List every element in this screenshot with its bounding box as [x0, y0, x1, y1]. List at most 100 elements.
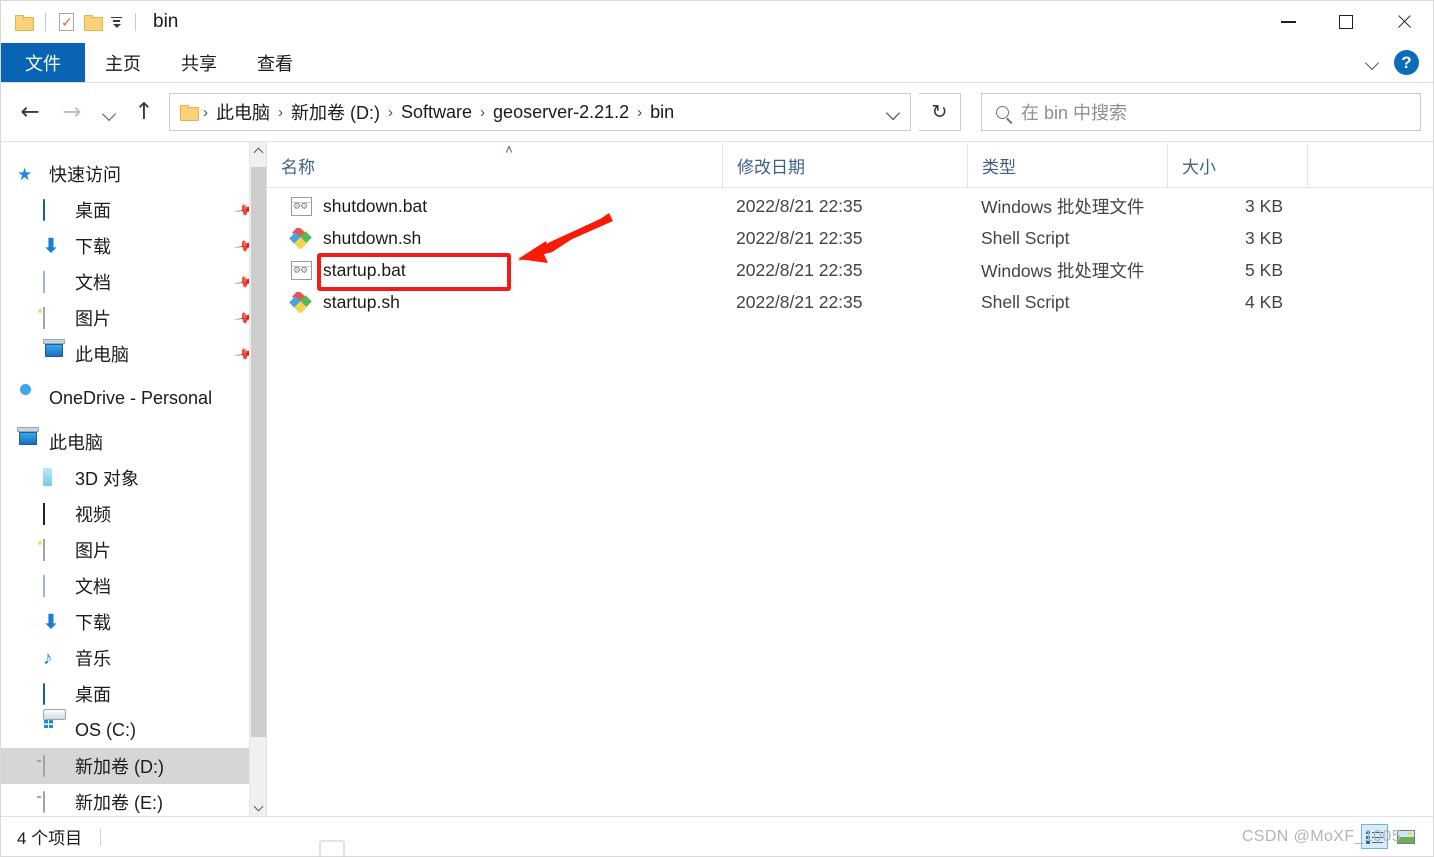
desktop-icon — [43, 683, 65, 705]
scroll-down-button[interactable] — [250, 799, 266, 816]
column-header-size[interactable]: 大小 — [1167, 143, 1307, 187]
column-header-type[interactable]: 类型 — [967, 143, 1167, 187]
navigation-scrollbar[interactable] — [249, 142, 266, 816]
file-type: Windows 批处理文件 — [981, 260, 1145, 281]
desktop-icon — [43, 199, 65, 221]
sidebar-item-this-pc[interactable]: 此电脑 — [1, 424, 266, 460]
file-type: Shell Script — [981, 227, 1070, 248]
maximize-button[interactable] — [1317, 1, 1375, 43]
new-folder-icon[interactable] — [84, 15, 103, 31]
close-button[interactable] — [1375, 1, 1433, 43]
column-header-date[interactable]: 修改日期 — [722, 143, 967, 187]
sidebar-item-label: 图片 — [75, 541, 111, 561]
sidebar-item-documents-qa[interactable]: 文档 📌 — [1, 264, 266, 300]
breadcrumb-item-geoserver[interactable]: geoserver-2.21.2 — [487, 100, 635, 125]
details-view-button[interactable] — [1361, 824, 1388, 849]
customize-toolbar-dropdown-icon[interactable] — [111, 16, 122, 28]
search-input[interactable]: 在 bin 中搜索 — [981, 93, 1421, 131]
file-name: shutdown.sh — [323, 227, 422, 248]
column-header-label: 修改日期 — [737, 157, 805, 177]
this-pc-icon — [17, 432, 39, 452]
column-headers: 名称 修改日期 类型 大小 ˄ — [267, 142, 1433, 188]
table-row[interactable]: startup.sh 2022/8/21 22:35 Shell Script … — [267, 286, 1433, 318]
sidebar-item-downloads[interactable]: ⬇ 下载 — [1, 604, 266, 640]
table-row[interactable]: startup.bat 2022/8/21 22:35 Windows 批处理文… — [267, 254, 1433, 286]
sidebar-item-label: 桌面 — [75, 685, 111, 705]
tab-file[interactable]: 文件 — [1, 43, 85, 82]
file-size: 4 KB — [1245, 291, 1283, 312]
tab-view[interactable]: 查看 — [237, 43, 313, 82]
sidebar-item-label: 图片 — [75, 309, 111, 329]
3d-objects-icon — [43, 468, 65, 488]
forward-button[interactable]: → — [55, 95, 89, 129]
breadcrumb: › 此电脑 › 新加卷 (D:) › Software › geoserver-… — [201, 97, 882, 127]
breadcrumb-item-software[interactable]: Software — [395, 100, 478, 125]
view-mode-buttons — [1361, 824, 1433, 849]
sidebar-item-label: 新加卷 (D:) — [75, 757, 164, 777]
properties-icon[interactable] — [59, 13, 74, 31]
sidebar-item-music[interactable]: ♪ 音乐 — [1, 640, 266, 676]
refresh-button[interactable]: ↻ — [919, 93, 961, 131]
help-icon[interactable]: ? — [1394, 50, 1419, 75]
sidebar-item-label: 新加卷 (E:) — [75, 793, 163, 813]
table-row[interactable]: shutdown.bat 2022/8/21 22:35 Windows 批处理… — [267, 190, 1433, 222]
breadcrumb-item-drive-d[interactable]: 新加卷 (D:) — [285, 97, 386, 127]
sidebar-item-documents[interactable]: 文档 — [1, 568, 266, 604]
breadcrumb-separator-1: › — [278, 103, 283, 121]
column-header-label: 名称 — [281, 157, 315, 177]
sort-ascending-caret-icon: ˄ — [505, 142, 513, 157]
taskbar-peek-icon — [319, 840, 345, 857]
sidebar-item-desktop-qa[interactable]: 桌面 📌 — [1, 192, 266, 228]
file-size: 3 KB — [1245, 195, 1283, 216]
breadcrumb-bar[interactable]: › 此电脑 › 新加卷 (D:) › Software › geoserver-… — [169, 93, 911, 131]
recent-locations-chevron-down-icon[interactable] — [97, 95, 119, 129]
scrollbar-thumb[interactable] — [251, 167, 266, 737]
breadcrumb-item-bin[interactable]: bin — [644, 100, 680, 125]
sidebar-item-this-pc-qa[interactable]: 此电脑 📌 — [1, 336, 266, 372]
file-name: shutdown.bat — [323, 195, 428, 216]
back-button[interactable]: ← — [13, 95, 47, 129]
tab-home[interactable]: 主页 — [85, 43, 161, 82]
sidebar-item-pictures[interactable]: 图片 — [1, 532, 266, 568]
sidebar-item-3d-objects[interactable]: 3D 对象 — [1, 460, 266, 496]
table-row[interactable]: shutdown.sh 2022/8/21 22:35 Shell Script… — [267, 222, 1433, 254]
sh-file-icon — [289, 291, 312, 313]
file-name-cell: startup.bat — [267, 260, 722, 281]
breadcrumb-dropdown-chevron-down-icon[interactable] — [882, 106, 904, 118]
column-header-name[interactable]: 名称 — [267, 143, 722, 187]
breadcrumb-item-this-pc[interactable]: 此电脑 — [210, 97, 276, 127]
sidebar-item-drive-e[interactable]: 新加卷 (E:) — [1, 784, 266, 816]
sidebar-item-videos[interactable]: 视频 — [1, 496, 266, 532]
file-date: 2022/8/21 22:35 — [736, 227, 863, 248]
sidebar-item-downloads-qa[interactable]: ⬇ 下载 📌 — [1, 228, 266, 264]
sidebar-item-pictures-qa[interactable]: 图片 📌 — [1, 300, 266, 336]
explorer-body: ★ 快速访问 桌面 📌 ⬇ 下载 📌 文档 📌 图片 📌 此电脑 📌 OneDr… — [1, 141, 1433, 816]
file-date: 2022/8/21 22:35 — [736, 259, 863, 280]
search-placeholder: 在 bin 中搜索 — [1021, 103, 1128, 123]
file-size: 5 KB — [1245, 259, 1283, 280]
window-controls — [1259, 1, 1433, 43]
sidebar-item-label: 此电脑 — [49, 433, 103, 453]
up-button[interactable]: ↑ — [127, 95, 161, 129]
sidebar-item-drive-d[interactable]: 新加卷 (D:) — [1, 748, 266, 784]
downloads-icon: ⬇ — [43, 236, 59, 257]
expand-ribbon-chevron-down-icon[interactable] — [1366, 56, 1380, 70]
breadcrumb-separator-2: › — [388, 103, 393, 121]
sidebar-item-desktop[interactable]: 桌面 — [1, 676, 266, 712]
file-name-cell: shutdown.bat — [267, 196, 722, 217]
thumbnails-view-button[interactable] — [1392, 824, 1419, 849]
file-type: Windows 批处理文件 — [981, 196, 1145, 217]
sidebar-item-label: 快速访问 — [49, 165, 121, 185]
file-date: 2022/8/21 22:35 — [736, 195, 863, 216]
sidebar-item-onedrive[interactable]: OneDrive - Personal — [1, 380, 266, 416]
sidebar-item-label: OneDrive - Personal — [49, 387, 213, 408]
scroll-up-button[interactable] — [250, 142, 266, 159]
sidebar-item-os-c[interactable]: OS (C:) — [1, 712, 266, 748]
tab-share[interactable]: 共享 — [161, 43, 237, 82]
explorer-window: bin 文件 主页 共享 查看 ? ← → ↑ › 此电脑 › — [0, 0, 1434, 857]
minimize-button[interactable] — [1259, 1, 1317, 43]
explorer-folder-icon[interactable] — [15, 15, 34, 31]
sidebar-item-quick-access[interactable]: ★ 快速访问 — [1, 156, 266, 192]
thumbnails-view-icon — [1396, 829, 1415, 844]
this-pc-icon — [43, 344, 65, 364]
